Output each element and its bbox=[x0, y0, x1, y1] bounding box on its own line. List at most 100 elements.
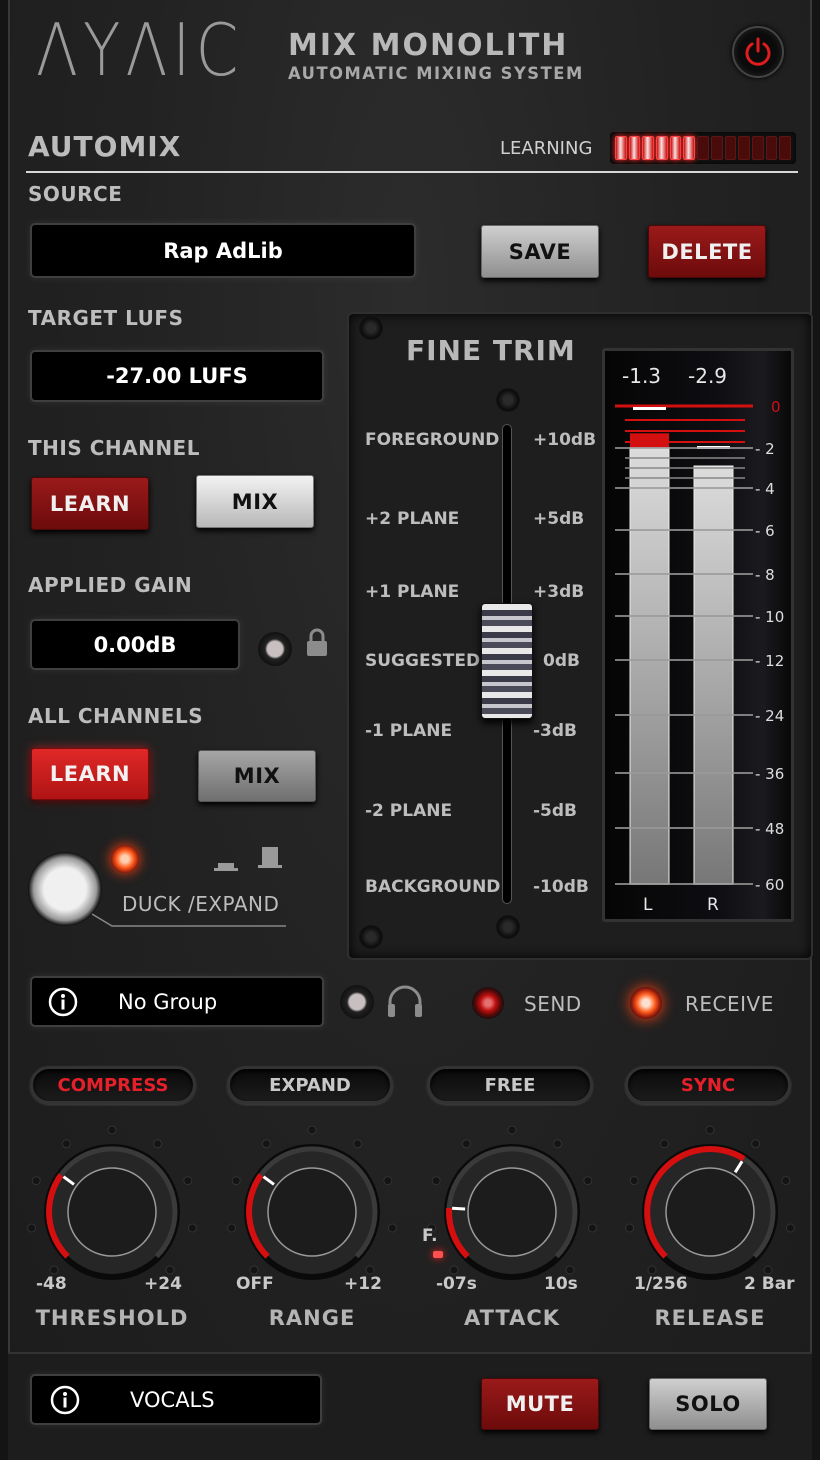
all-channels-learn-button[interactable]: LEARN bbox=[31, 748, 149, 800]
attack-fast-led[interactable] bbox=[433, 1251, 443, 1258]
learning-segment bbox=[683, 136, 696, 160]
mute-button[interactable]: MUTE bbox=[481, 1378, 599, 1430]
applied-gain-label: APPLIED GAIN bbox=[28, 573, 193, 597]
range-label: RANGE bbox=[268, 1306, 356, 1330]
threshold-max-label: +24 bbox=[144, 1274, 182, 1294]
send-label: SEND bbox=[524, 992, 582, 1016]
channel-name-value: VOCALS bbox=[130, 1387, 215, 1412]
meter-scale-label: - 4 bbox=[755, 480, 775, 498]
fine-trim-plane-label: +2 PLANE bbox=[365, 509, 460, 529]
meter-scale-label: - 8 bbox=[755, 566, 775, 584]
source-preset-field[interactable]: Rap AdLib bbox=[30, 223, 416, 278]
power-button[interactable] bbox=[732, 26, 784, 78]
release-min-label: 1/256 bbox=[634, 1274, 688, 1294]
fine-trim-plane-label: BACKGROUND bbox=[365, 877, 501, 897]
applied-gain-field[interactable]: 0.00dB bbox=[30, 619, 240, 670]
gain-lock-toggle[interactable] bbox=[258, 632, 292, 666]
left-level-bar-peak bbox=[633, 407, 666, 410]
brand-logo: ΛΥΛIC bbox=[36, 8, 244, 92]
target-lufs-value: -27.00 LUFS bbox=[106, 364, 248, 388]
group-monitor-toggle[interactable] bbox=[340, 985, 374, 1019]
meter-scale-label: - 12 bbox=[755, 652, 784, 670]
learning-segment bbox=[724, 136, 737, 160]
meter-graphic: 0 - 2 - 4 - 6 - 8 - 10 - 12 - 24 - 36 - 48 - 60 bbox=[615, 398, 784, 890]
learning-segment bbox=[765, 136, 778, 160]
channel-name-field[interactable]: VOCALS bbox=[30, 1374, 322, 1425]
mode-button-sync[interactable]: SYNC bbox=[625, 1066, 791, 1104]
release-max-label: 2 Bar bbox=[744, 1274, 795, 1294]
all-channels-mix-button[interactable]: MIX bbox=[198, 750, 316, 802]
plugin-title: MIX MONOLITH bbox=[288, 28, 569, 63]
duck-callout-line bbox=[91, 913, 286, 927]
source-label: SOURCE bbox=[28, 182, 123, 206]
learning-label: LEARNING bbox=[500, 138, 593, 159]
mode-button-free[interactable]: FREE bbox=[427, 1066, 593, 1104]
learning-segment bbox=[628, 136, 641, 160]
target-lufs-field[interactable]: -27.00 LUFS bbox=[30, 350, 324, 402]
release-label: RELEASE bbox=[654, 1306, 766, 1330]
fine-trim-fader-handle[interactable] bbox=[481, 603, 533, 719]
meter-scale-label: - 60 bbox=[755, 876, 784, 890]
threshold-min-label: -48 bbox=[36, 1274, 67, 1294]
delete-button[interactable]: DELETE bbox=[648, 225, 766, 278]
learning-segment bbox=[697, 136, 709, 160]
mode-button-compress[interactable]: COMPRESS bbox=[30, 1066, 196, 1104]
meter-channel-right-label: R bbox=[707, 895, 719, 915]
meter-scale-label: - 48 bbox=[755, 820, 784, 838]
info-icon bbox=[50, 1385, 80, 1414]
fine-trim-db-label: 0dB bbox=[543, 651, 580, 671]
range-min-label: OFF bbox=[236, 1274, 274, 1294]
group-select-field[interactable]: No Group bbox=[30, 976, 324, 1027]
threshold-label: THRESHOLD bbox=[35, 1306, 189, 1330]
save-button[interactable]: SAVE bbox=[481, 225, 599, 278]
attack-label: ATTACK bbox=[463, 1306, 561, 1330]
power-icon bbox=[745, 37, 771, 66]
fine-trim-title: FINE TRIM bbox=[406, 334, 576, 367]
right-peak-readout: -2.9 bbox=[688, 364, 728, 388]
screw-icon bbox=[496, 388, 520, 412]
solo-button[interactable]: SOLO bbox=[649, 1378, 767, 1430]
target-lufs-label: TARGET LUFS bbox=[28, 306, 184, 330]
fine-trim-db-label: -10dB bbox=[533, 877, 589, 897]
send-toggle[interactable] bbox=[472, 987, 504, 1019]
learning-segment bbox=[656, 136, 668, 160]
meter-scale-label: - 10 bbox=[755, 608, 784, 626]
screw-icon bbox=[359, 925, 383, 949]
receive-toggle[interactable] bbox=[630, 987, 662, 1019]
meter-channel-left-label: L bbox=[643, 895, 653, 915]
fine-trim-db-label: +5dB bbox=[533, 509, 585, 529]
this-channel-label: THIS CHANNEL bbox=[28, 436, 200, 460]
meter-scale-label: - 6 bbox=[755, 522, 775, 540]
receive-label: RECEIVE bbox=[685, 992, 774, 1016]
fine-trim-db-label: +3dB bbox=[533, 582, 585, 602]
learning-segment bbox=[669, 136, 682, 160]
learning-progress-meter bbox=[610, 132, 796, 164]
right-level-bar bbox=[693, 465, 734, 885]
fine-trim-plane-label: -2 PLANE bbox=[365, 801, 453, 821]
this-channel-learn-button[interactable]: LEARN bbox=[31, 477, 149, 530]
fine-trim-plane-label: -1 PLANE bbox=[365, 721, 453, 741]
duck-high-icon bbox=[258, 847, 282, 868]
group-value: No Group bbox=[118, 989, 218, 1014]
learning-segment bbox=[751, 136, 764, 160]
learning-segment bbox=[710, 136, 723, 160]
automix-section-title: AUTOMIX bbox=[28, 130, 182, 163]
range-max-label: +12 bbox=[344, 1274, 382, 1294]
all-channels-label: ALL CHANNELS bbox=[28, 704, 204, 728]
left-peak-readout: -1.3 bbox=[622, 364, 662, 388]
fine-trim-plane-label: SUGGESTED bbox=[365, 651, 481, 671]
this-channel-mix-button[interactable]: MIX bbox=[196, 475, 314, 528]
fine-trim-plane-label: FOREGROUND bbox=[365, 430, 500, 450]
attack-fast-label: F. bbox=[422, 1226, 438, 1246]
fine-trim-db-label: -3dB bbox=[533, 721, 578, 741]
mode-button-expand[interactable]: EXPAND bbox=[227, 1066, 393, 1104]
plugin-subtitle: AUTOMATIC MIXING SYSTEM bbox=[288, 64, 584, 84]
meter-scale-label: - 36 bbox=[755, 765, 784, 783]
headphones-icon bbox=[385, 984, 425, 1024]
fine-trim-plane-label: +1 PLANE bbox=[365, 582, 460, 602]
source-preset-value: Rap AdLib bbox=[163, 238, 283, 263]
section-divider bbox=[26, 171, 798, 173]
info-icon bbox=[48, 987, 78, 1016]
learning-segment bbox=[738, 136, 750, 160]
duck-low-icon bbox=[214, 856, 238, 871]
